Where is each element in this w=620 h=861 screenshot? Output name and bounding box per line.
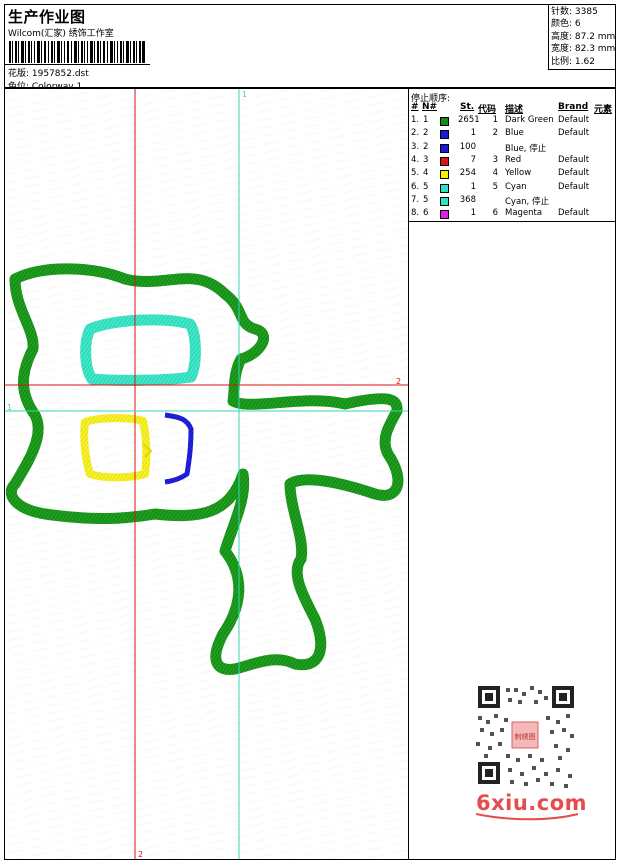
stop-st: 1	[470, 208, 476, 219]
color-swatch	[440, 130, 449, 140]
cyan-horizontal-guide-label: 1	[7, 403, 12, 412]
stop-brand: Default	[558, 181, 590, 192]
color-swatch	[440, 170, 449, 180]
stop-brand: Default	[558, 115, 590, 125]
col-code: 代码	[478, 105, 497, 115]
stop-desc: Red	[505, 154, 522, 165]
color-swatch	[440, 143, 449, 153]
stop-desc: Yellow	[505, 168, 532, 179]
stop-desc: Blue, 停止	[505, 143, 547, 154]
stop-row: 2. 2 1 2 Blue Default	[411, 128, 614, 141]
watermark-swoosh	[475, 813, 579, 821]
red-vertical-guide-label: 2	[138, 850, 143, 859]
stop-brand: Default	[558, 128, 590, 139]
stop-brand: Default	[558, 168, 590, 179]
stop-no: 3	[423, 154, 429, 165]
stop-no: 6	[423, 208, 429, 219]
page-title: 生产作业图	[8, 8, 86, 26]
design-height: 高度: 87.2 mm	[551, 31, 616, 42]
qr-code-icon: 刺绣图	[470, 682, 582, 794]
stop-no: 2	[423, 141, 429, 152]
stop-num: 5.	[411, 168, 420, 179]
worksheet-header: 生产作业图 Wilcom(汇家) 绣饰工作室 花版: 1957852.dst 色…	[4, 4, 616, 92]
col-st: St.	[460, 102, 475, 112]
stop-st: 254	[459, 168, 476, 179]
stop-row: 1. 1 2651 1 Dark Green Default	[411, 115, 614, 128]
stop-st: 1	[470, 128, 476, 139]
red-horizontal-guide-label: 2	[396, 377, 401, 386]
stop-no: 1	[423, 115, 429, 125]
stop-no: 5	[423, 181, 429, 192]
stop-desc: Blue	[505, 128, 524, 139]
stop-st: 100	[459, 141, 476, 152]
stop-row: 3. 2 100 Blue, 停止	[411, 142, 614, 155]
stop-sequence-divider	[409, 221, 616, 222]
design-filename: 花版: 1957852.dst	[8, 69, 89, 79]
col-brand: Brand	[558, 102, 589, 112]
barcode-icon	[9, 41, 145, 63]
stop-num: 2.	[411, 128, 420, 139]
design-width: 宽度: 82.3 mm	[551, 44, 616, 55]
stop-num: 1.	[411, 115, 420, 125]
stop-st: 7	[470, 154, 476, 165]
stop-st: 2651	[458, 115, 480, 125]
design-preview: 1 1 2 2	[4, 88, 409, 860]
stop-row: 6. 5 1 5 Cyan Default	[411, 182, 614, 195]
stop-no: 2	[423, 128, 429, 139]
stop-sequence-header: # N# St. 代码 描述 Brand 元素	[411, 102, 614, 115]
cyan-vertical-guide-label: 1	[242, 90, 247, 99]
stop-num: 7.	[411, 194, 420, 205]
stop-num: 4.	[411, 154, 420, 165]
color-count: 颜色: 6	[551, 19, 581, 30]
stop-num: 3.	[411, 141, 420, 152]
col-element: 元素	[594, 105, 613, 115]
stop-row: 7. 5 368 Cyan, 停止	[411, 195, 614, 208]
stop-num: 6.	[411, 181, 420, 192]
col-num: #	[411, 102, 419, 112]
stop-no: 4	[423, 168, 429, 179]
stop-desc: Magenta	[505, 208, 543, 219]
stitch-count: 针数: 3385	[551, 7, 598, 17]
production-worksheet: 生产作业图 Wilcom(汇家) 绣饰工作室 花版: 1957852.dst 色…	[0, 0, 620, 861]
stop-code: 3	[492, 154, 498, 165]
stop-row: 8. 6 1 6 Magenta Default	[411, 208, 614, 221]
fabric-background	[5, 89, 408, 859]
qr-badge: 刺绣图	[515, 732, 536, 741]
stop-code: 4	[492, 168, 498, 179]
color-swatch	[440, 117, 449, 126]
stop-desc: Dark Green	[505, 115, 554, 125]
company-name: Wilcom(汇家) 绣饰工作室	[8, 29, 114, 39]
design-scale: 比例: 1.62	[551, 56, 595, 67]
col-desc: 描述	[505, 105, 524, 115]
color-swatch	[440, 196, 449, 206]
stop-st: 368	[459, 194, 476, 205]
stop-code: 1	[492, 115, 498, 125]
color-swatch	[440, 156, 449, 166]
stop-row: 4. 3 7 3 Red Default	[411, 155, 614, 168]
stop-code: 6	[492, 208, 498, 219]
stop-desc: Cyan	[505, 181, 527, 192]
stop-code: 5	[492, 181, 498, 192]
stop-st: 1	[470, 181, 476, 192]
design-stats: 针数: 3385 颜色: 6 高度: 87.2 mm 宽度: 82.3 mm 比…	[548, 5, 616, 70]
color-swatch	[440, 210, 449, 220]
stop-num: 8.	[411, 208, 420, 219]
stop-row: 5. 4 254 4 Yellow Default	[411, 168, 614, 181]
color-swatch	[440, 183, 449, 193]
col-no: N#	[422, 102, 438, 112]
stop-desc: Cyan, 停止	[505, 196, 549, 207]
stop-brand: Default	[558, 154, 590, 165]
header-divider	[5, 64, 150, 65]
embroidery-canvas: 1 1 2 2	[5, 89, 408, 859]
stop-no: 5	[423, 194, 429, 205]
stop-code: 2	[492, 128, 498, 139]
stop-brand: Default	[558, 208, 590, 219]
